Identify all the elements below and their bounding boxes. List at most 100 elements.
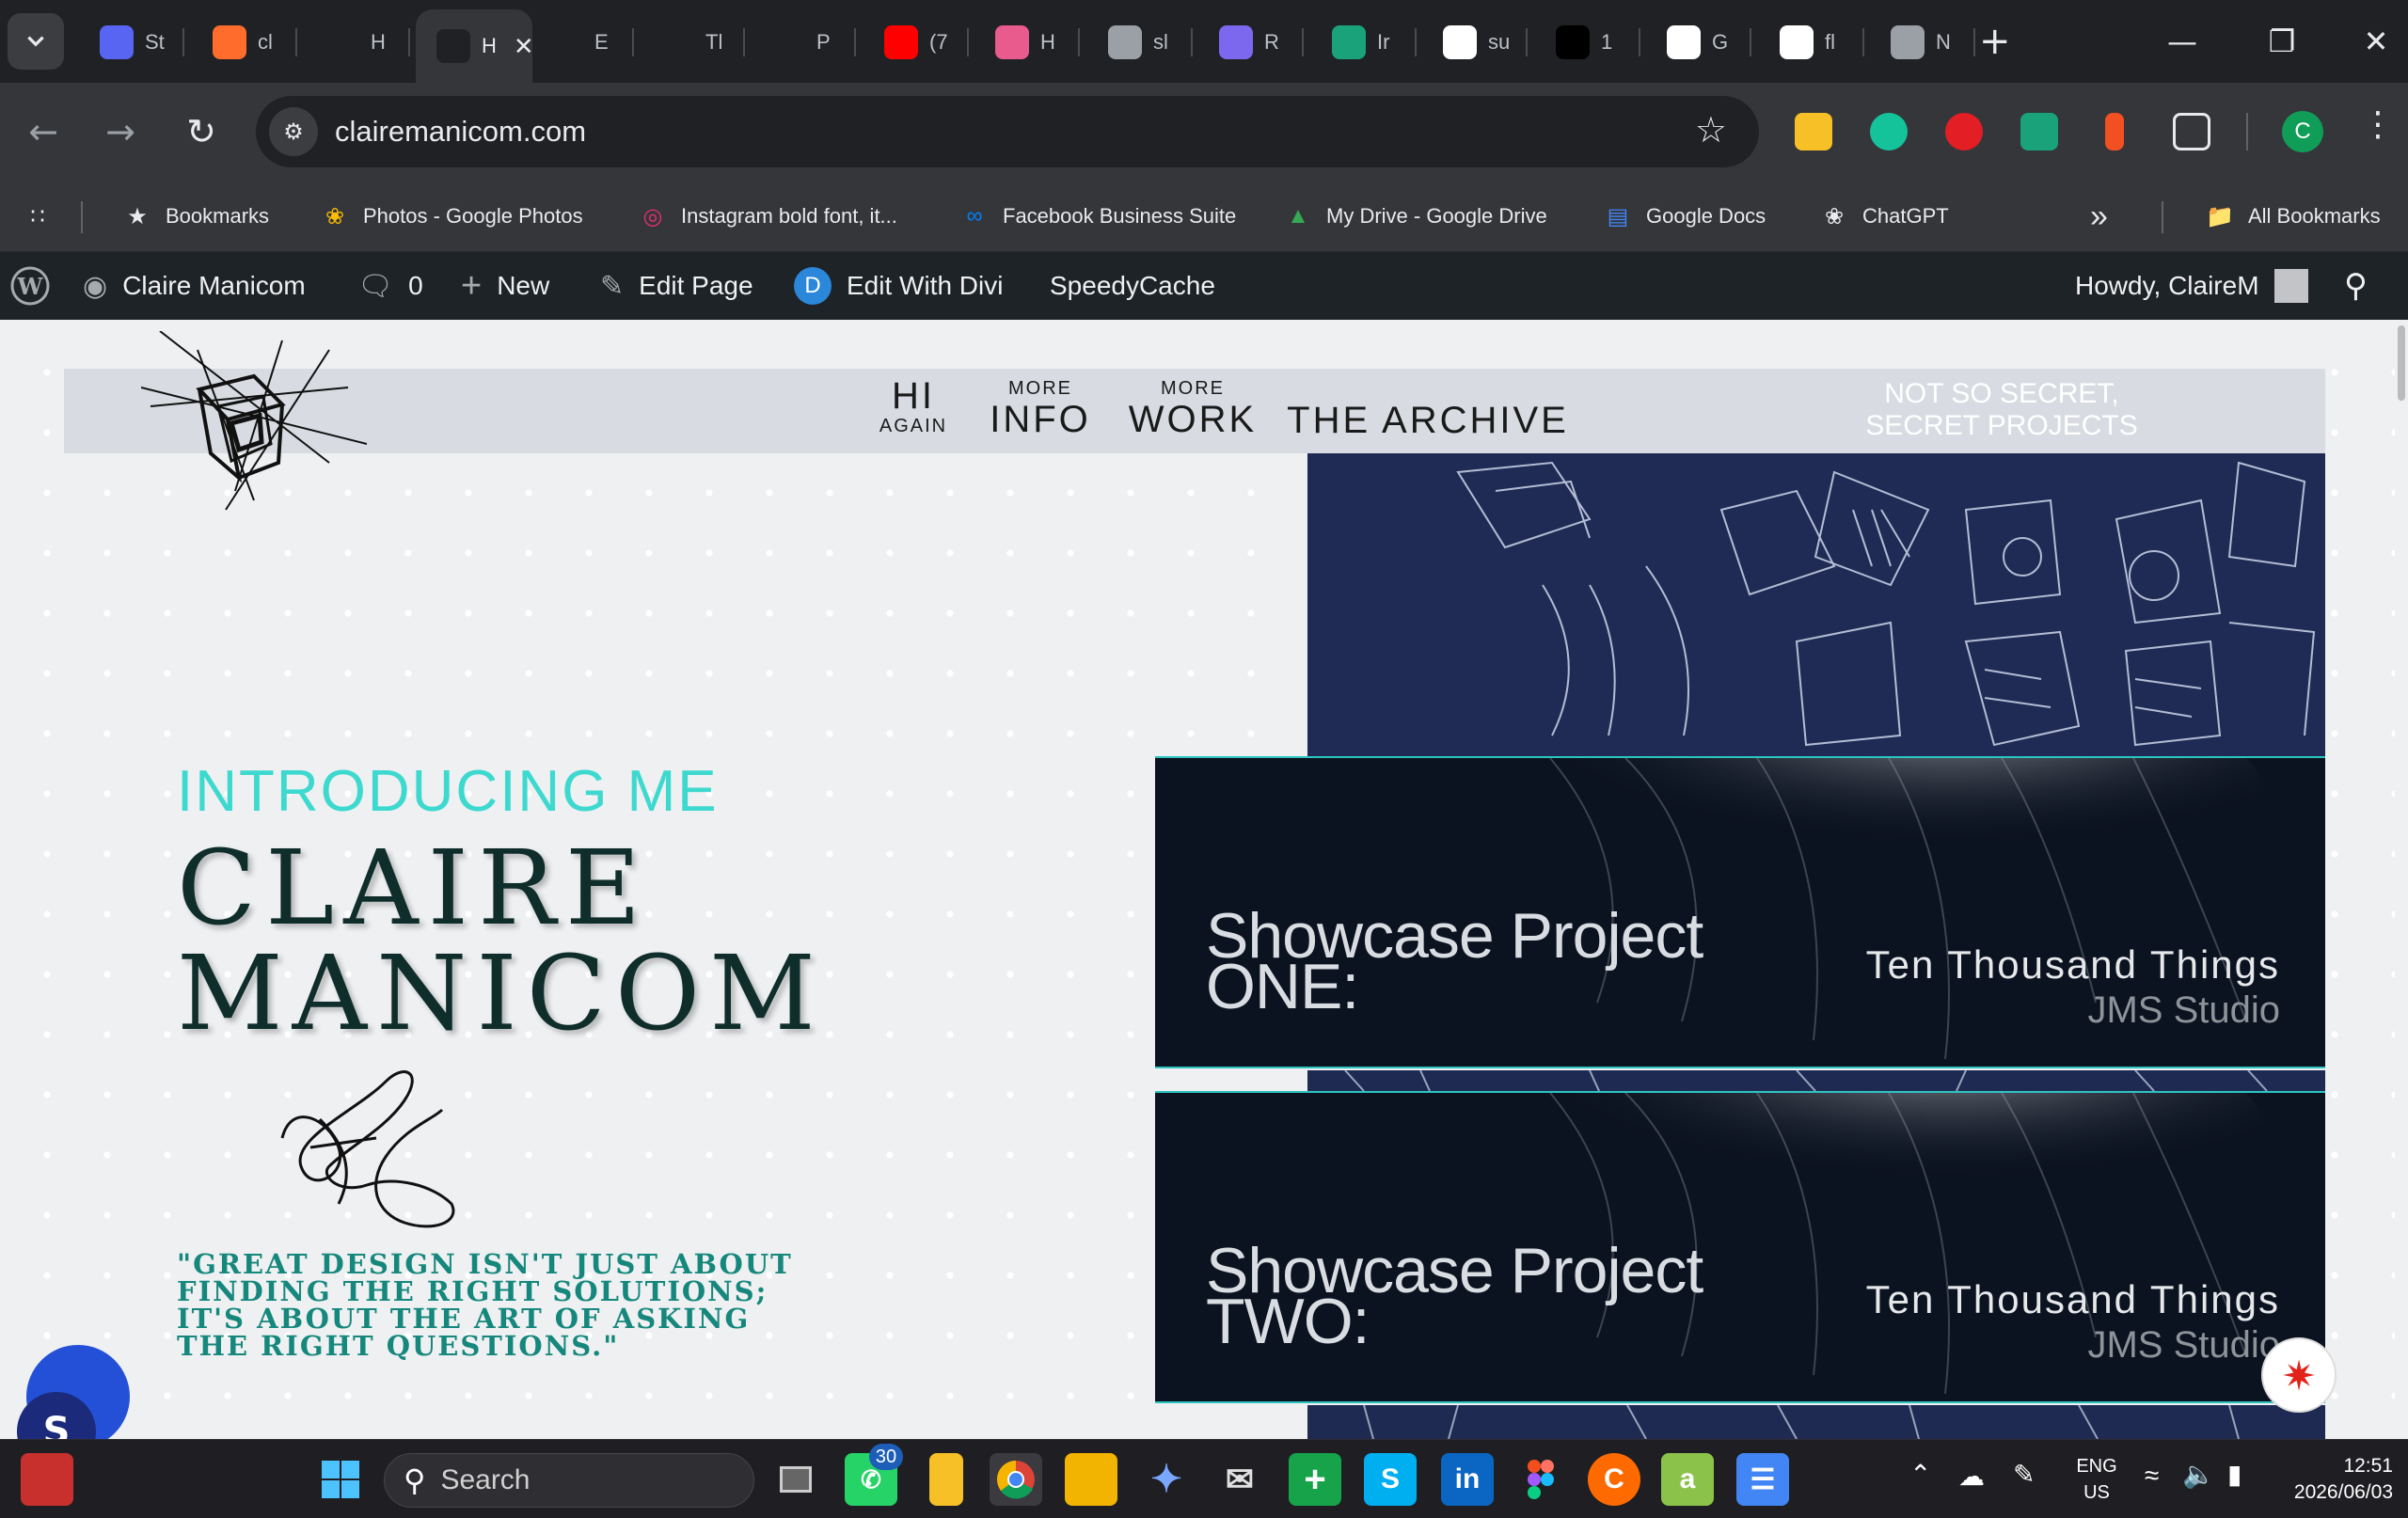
wp-new[interactable]: + New bbox=[461, 252, 549, 320]
extensions-puzzle-icon[interactable] bbox=[2173, 113, 2210, 150]
volume-icon[interactable]: 🔈 bbox=[2182, 1459, 2215, 1490]
discord-icon bbox=[100, 25, 134, 59]
pdf-tool-icon[interactable]: ✷ bbox=[2261, 1337, 2337, 1413]
wp-edit-divi[interactable]: D Edit With Divi bbox=[794, 252, 1003, 320]
skype-icon[interactable]: S bbox=[1364, 1453, 1417, 1506]
chrome-menu-icon[interactable]: ⋮ bbox=[2361, 105, 2395, 144]
minimize-icon[interactable]: — bbox=[2154, 13, 2210, 70]
wp-search-icon[interactable]: ⚲ bbox=[2344, 252, 2383, 320]
tray-chevron-up-icon[interactable]: ⌃ bbox=[1909, 1459, 1931, 1490]
browser-tab[interactable]: H bbox=[974, 9, 1080, 75]
wordpress-logo-icon[interactable]: W bbox=[9, 252, 51, 320]
onedrive-cloud-icon[interactable]: ☁ bbox=[1958, 1461, 1985, 1492]
bookmark-divider bbox=[81, 201, 83, 233]
whatsapp-icon[interactable]: ✆ 30 bbox=[845, 1444, 903, 1506]
orange-c-icon[interactable]: C bbox=[1588, 1453, 1640, 1506]
sheets-plus-icon[interactable]: + bbox=[1289, 1453, 1341, 1506]
site-settings-icon[interactable]: ⚙ bbox=[269, 107, 318, 156]
system-clock[interactable]: 12:51 2026/06/03 bbox=[2280, 1453, 2393, 1506]
back-icon[interactable]: ← bbox=[15, 103, 71, 160]
nav-secret-projects[interactable]: NOT SO SECRET, SECRET PROJECTS bbox=[1804, 378, 2199, 442]
profile-avatar[interactable]: C bbox=[2282, 111, 2323, 152]
file-explorer-icon[interactable] bbox=[1065, 1453, 1117, 1506]
adblock-extension-icon[interactable] bbox=[1945, 113, 1983, 150]
browser-tab[interactable]: St bbox=[79, 9, 184, 75]
nav-hi-again[interactable]: HI AGAIN bbox=[862, 376, 965, 461]
project-card-two[interactable]: Showcase Project TWO: Ten Thousand Thing… bbox=[1155, 1091, 2325, 1403]
svg-text:W: W bbox=[17, 273, 44, 300]
office-extension-icon[interactable] bbox=[2105, 113, 2124, 150]
apps-grid-icon[interactable]: ∷ bbox=[23, 194, 66, 239]
browser-tab[interactable]: H bbox=[305, 9, 410, 75]
chevron-down-icon bbox=[27, 36, 44, 47]
url-text[interactable]: clairemanicom.com bbox=[335, 115, 586, 149]
browser-tab[interactable]: E bbox=[529, 9, 634, 75]
wp-edit-page[interactable]: ✎ Edit Page bbox=[600, 252, 753, 320]
browser-tab[interactable]: (7 bbox=[863, 9, 969, 75]
scrollbar-thumb[interactable] bbox=[2398, 325, 2405, 401]
bookmark-item[interactable]: ★ Bookmarks bbox=[122, 194, 269, 239]
nav-more-work[interactable]: MORE WORK bbox=[1127, 378, 1259, 463]
task-view-icon[interactable] bbox=[769, 1453, 822, 1506]
browser-tab[interactable]: Ir bbox=[1311, 9, 1417, 75]
wp-speedycache[interactable]: SpeedyCache bbox=[1050, 252, 1215, 320]
language-indicator[interactable]: ENG US bbox=[2064, 1453, 2130, 1506]
green-square-extension-icon[interactable] bbox=[2020, 113, 2058, 150]
region-code: US bbox=[2083, 1482, 2110, 1503]
all-bookmarks-folder[interactable]: 📁 All Bookmarks bbox=[2205, 194, 2381, 239]
nav-more-info[interactable]: MORE INFO bbox=[984, 378, 1097, 463]
mail-icon[interactable]: ✉ bbox=[1213, 1453, 1266, 1506]
browser-tab[interactable]: N bbox=[1870, 9, 1975, 75]
start-windows-icon[interactable] bbox=[314, 1453, 367, 1506]
browser-tab[interactable]: R bbox=[1198, 9, 1304, 75]
gemini-star-icon[interactable]: ✦ bbox=[1140, 1453, 1193, 1506]
browser-tab[interactable]: Tl bbox=[640, 9, 745, 75]
browser-tab[interactable]: 1 bbox=[1535, 9, 1640, 75]
bookmark-item[interactable]: ◎ Instagram bold font, it... bbox=[638, 194, 897, 239]
reload-icon[interactable]: ↻ bbox=[173, 103, 230, 160]
browser-tab[interactable]: P bbox=[751, 9, 856, 75]
bookmark-item[interactable]: ❀ ChatGPT bbox=[1819, 194, 1949, 239]
bookmark-item[interactable]: ▤ Google Docs bbox=[1603, 194, 1766, 239]
drive-icon: ▲ bbox=[1287, 203, 1309, 229]
sticky-notes-icon[interactable] bbox=[929, 1453, 963, 1506]
bookmark-item[interactable]: ▲ My Drive - Google Drive bbox=[1283, 194, 1547, 239]
close-window-icon[interactable]: ✕ bbox=[2348, 13, 2404, 70]
address-bar[interactable]: ⚙ clairemanicom.com ☆ bbox=[256, 96, 1759, 167]
wifi-icon[interactable]: ≈ bbox=[2145, 1461, 2159, 1491]
more-bookmarks-button[interactable]: » bbox=[2090, 194, 2108, 239]
google-docs-taskbar-icon[interactable]: ☰ bbox=[1736, 1453, 1789, 1506]
browser-tab[interactable]: fl bbox=[1759, 9, 1864, 75]
keep-extension-icon[interactable] bbox=[1795, 113, 1832, 150]
new-tab-button[interactable]: + bbox=[1979, 17, 2011, 66]
bookmark-item[interactable]: ∞ Facebook Business Suite bbox=[959, 194, 1236, 239]
wp-account-menu[interactable]: Howdy, ClaireM bbox=[2075, 252, 2308, 320]
tab-search-button[interactable] bbox=[8, 13, 64, 70]
chrome-taskbar-icon[interactable] bbox=[990, 1453, 1042, 1506]
site-logo[interactable] bbox=[141, 331, 367, 519]
browser-tab[interactable]: G bbox=[1646, 9, 1751, 75]
bookmark-star-icon[interactable]: ☆ bbox=[1695, 109, 1727, 150]
linkedin-icon[interactable]: in bbox=[1441, 1453, 1494, 1506]
wp-comments[interactable]: 🗨 0 bbox=[357, 252, 423, 320]
page-scrollbar[interactable] bbox=[2395, 320, 2408, 1439]
green-a-icon[interactable]: a bbox=[1661, 1453, 1714, 1506]
browser-tab[interactable]: sl bbox=[1087, 9, 1193, 75]
grammarly-extension-icon[interactable] bbox=[1870, 113, 1908, 150]
wp-site-menu[interactable]: ◉ Claire Manicom bbox=[83, 252, 306, 320]
tab-separator bbox=[1415, 28, 1417, 56]
taskbar-search[interactable]: ⚲ Search bbox=[384, 1453, 754, 1508]
restore-icon[interactable]: ❐ bbox=[2254, 13, 2310, 70]
widgets-icon[interactable] bbox=[21, 1453, 73, 1506]
browser-tab[interactable]: cl bbox=[192, 9, 297, 75]
tab-separator bbox=[1191, 28, 1193, 56]
browser-tab[interactable]: H ✕ bbox=[416, 9, 532, 83]
nav-secret-line: SECRET PROJECTS bbox=[1865, 410, 2138, 441]
forward-icon[interactable]: → bbox=[92, 103, 149, 160]
browser-tab[interactable]: su bbox=[1422, 9, 1528, 75]
bookmark-item[interactable]: ❀ Photos - Google Photos bbox=[320, 194, 583, 239]
project-card-one[interactable]: Showcase Project ONE: Ten Thousand Thing… bbox=[1155, 756, 2325, 1068]
battery-icon[interactable]: ▮ bbox=[2227, 1459, 2242, 1490]
figma-icon[interactable] bbox=[1514, 1453, 1567, 1506]
pen-icon[interactable]: ✎ bbox=[2013, 1459, 2035, 1490]
